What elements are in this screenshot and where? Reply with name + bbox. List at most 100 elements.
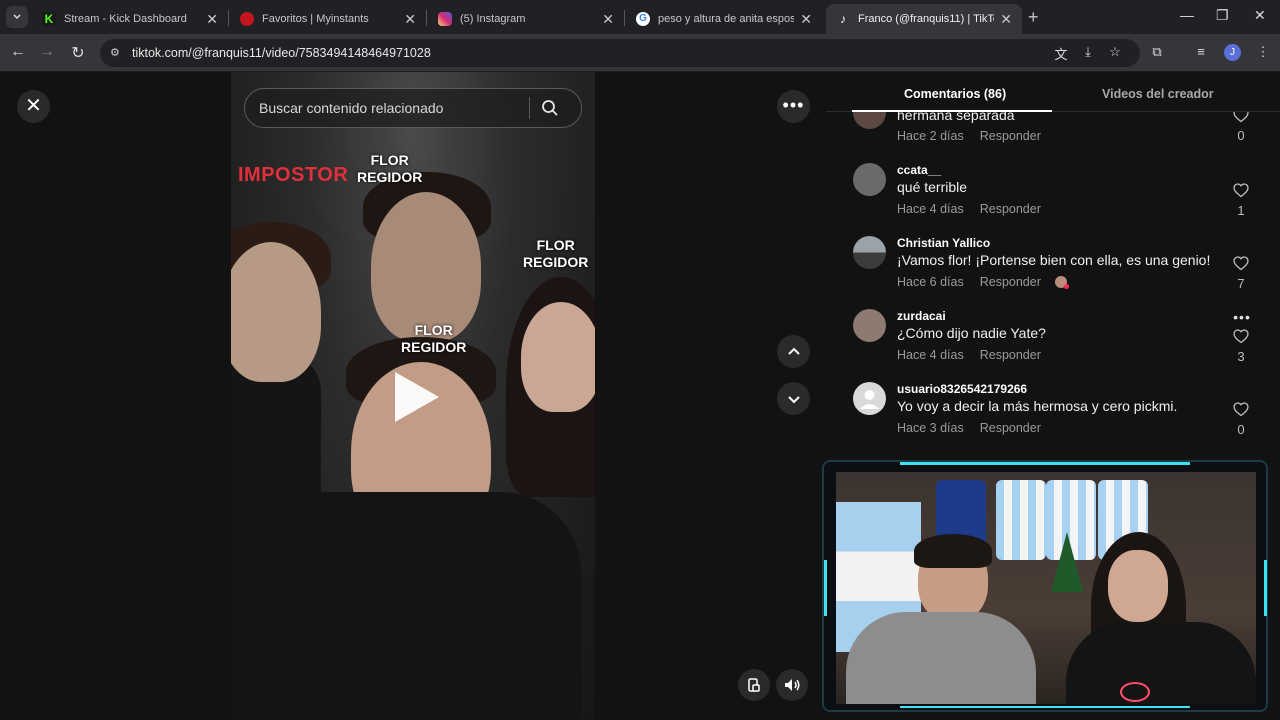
reply-button[interactable]: Responder bbox=[980, 421, 1041, 435]
heart-icon[interactable] bbox=[1231, 112, 1251, 128]
site-info-icon[interactable]: ⚙ bbox=[110, 46, 124, 60]
comment-meta: Hace 2 días Responder bbox=[897, 129, 1041, 143]
close-icon[interactable]: ✕ bbox=[206, 11, 218, 28]
avatar[interactable] bbox=[853, 236, 886, 269]
reply-button[interactable]: Responder bbox=[980, 202, 1041, 216]
window-close-icon[interactable]: ✕ bbox=[1254, 7, 1266, 24]
frame-badge-icon bbox=[1120, 682, 1150, 702]
kebab-menu-icon[interactable]: ⋮ bbox=[1254, 44, 1272, 62]
bookmark-star-icon[interactable]: ☆ bbox=[1106, 44, 1124, 62]
close-icon[interactable]: ✕ bbox=[800, 11, 812, 28]
reply-button[interactable]: Responder bbox=[980, 275, 1041, 289]
heart-icon[interactable] bbox=[1231, 329, 1251, 349]
previous-video-button[interactable] bbox=[777, 335, 810, 368]
volume-icon bbox=[785, 679, 800, 691]
comment-item: zurdacai ¿Cómo dijo nadie Yate? Hace 4 d… bbox=[826, 309, 1280, 379]
comment-username[interactable]: Christian Yallico bbox=[897, 236, 990, 250]
comment-username[interactable]: ccata__ bbox=[897, 163, 941, 177]
comment-time: Hace 6 días bbox=[897, 275, 964, 289]
close-video-button[interactable]: ✕ bbox=[17, 90, 50, 123]
reply-button[interactable]: Responder bbox=[980, 348, 1041, 362]
avatar[interactable] bbox=[853, 309, 886, 342]
tab-title: Favoritos | Myinstants bbox=[262, 13, 369, 25]
frame-accent bbox=[1264, 560, 1267, 616]
tab-kick-dashboard[interactable]: K Stream - Kick Dashboard ✕ bbox=[32, 4, 228, 34]
comment-username[interactable]: zurdacai bbox=[897, 309, 946, 323]
tab-tiktok[interactable]: ♪ Franco (@franquis11) | TikTok ✕ bbox=[826, 4, 1022, 34]
comment-time: Hace 4 días bbox=[897, 202, 964, 216]
address-bar[interactable]: ⚙ tiktok.com/@franquis11/video/758349414… bbox=[100, 39, 1140, 67]
new-tab-plus-icon[interactable]: + bbox=[1028, 7, 1039, 28]
comment-item: ccata__ qué terrible Hace 4 días Responde… bbox=[826, 163, 1280, 233]
search-icon[interactable] bbox=[530, 99, 570, 117]
tab-divider bbox=[426, 10, 427, 26]
play-icon[interactable] bbox=[395, 372, 439, 422]
like-count: 3 bbox=[1237, 349, 1245, 364]
forward-arrow-icon[interactable]: → bbox=[37, 43, 57, 61]
avatar[interactable] bbox=[853, 382, 886, 415]
translate-icon[interactable]: 文 bbox=[1052, 44, 1070, 62]
comment-username[interactable]: usuario8326542179266 bbox=[897, 382, 1027, 396]
related-content-search bbox=[244, 88, 582, 128]
heart-icon[interactable] bbox=[1231, 183, 1251, 203]
comment-item: hermana separada Hace 2 días Responder 0 bbox=[826, 112, 1280, 166]
profile-avatar[interactable]: J bbox=[1224, 44, 1241, 61]
install-app-icon[interactable]: ⤓ bbox=[1079, 44, 1097, 62]
like-count: 0 bbox=[1237, 128, 1245, 143]
like-count: 1 bbox=[1237, 203, 1245, 218]
overlay-label: FLOR REGIDOR bbox=[401, 322, 467, 355]
tab-title: Franco (@franquis11) | TikTok bbox=[858, 13, 995, 25]
like-count: 0 bbox=[1237, 422, 1245, 437]
comment-meta: Hace 6 días Responder bbox=[897, 275, 1069, 289]
overlay-label: FLOR REGIDOR bbox=[523, 237, 589, 270]
minimize-icon[interactable]: — bbox=[1180, 7, 1194, 23]
close-icon[interactable]: ✕ bbox=[404, 11, 416, 28]
more-options-button[interactable]: ••• bbox=[777, 90, 810, 123]
extensions-icon[interactable]: ⧉ bbox=[1148, 44, 1166, 62]
comment-time: Hace 4 días bbox=[897, 348, 964, 362]
restore-icon[interactable]: ❐ bbox=[1216, 7, 1229, 24]
frame-accent bbox=[824, 560, 827, 616]
heart-icon[interactable] bbox=[1231, 256, 1251, 276]
panel-tabs: Comentarios (86) Videos del creador bbox=[826, 72, 1280, 112]
tab-title: (5) Instagram bbox=[460, 13, 526, 25]
comment-meta: Hace 4 días Responder bbox=[897, 202, 1041, 216]
overlay-impostor-text: IMPOSTOR bbox=[238, 164, 349, 186]
media-control-icon[interactable]: ≡ bbox=[1192, 44, 1210, 62]
reload-icon[interactable]: ↻ bbox=[68, 43, 88, 63]
kick-favicon-icon: K bbox=[42, 12, 56, 26]
heart-icon[interactable] bbox=[1231, 402, 1251, 422]
video-frame-figure bbox=[251, 492, 581, 720]
video-frame-figure bbox=[521, 302, 595, 412]
close-icon[interactable]: ✕ bbox=[602, 11, 614, 28]
avatar[interactable] bbox=[853, 112, 886, 129]
chevron-down-icon bbox=[13, 14, 21, 20]
search-input[interactable] bbox=[259, 100, 529, 116]
reply-button[interactable]: Responder bbox=[980, 129, 1041, 143]
avatar[interactable] bbox=[853, 163, 886, 196]
tab-creator-videos[interactable]: Videos del creador bbox=[1102, 87, 1214, 101]
video-player[interactable]: IMPOSTOR FLOR REGIDOR FLOR REGIDOR FLOR … bbox=[231, 72, 595, 720]
tab-title: Stream - Kick Dashboard bbox=[64, 13, 187, 25]
tab-search-button[interactable] bbox=[6, 6, 28, 28]
tiktok-favicon-icon: ♪ bbox=[840, 12, 846, 26]
comment-more-icon[interactable]: ••• bbox=[1231, 309, 1253, 325]
browser-toolbar: ← → ↻ ⚙ tiktok.com/@franquis11/video/758… bbox=[0, 34, 1280, 72]
close-icon[interactable]: ✕ bbox=[1000, 11, 1012, 28]
next-video-button[interactable] bbox=[777, 382, 810, 415]
tab-myinstants[interactable]: Favoritos | Myinstants ✕ bbox=[230, 4, 426, 34]
comment-time: Hace 2 días bbox=[897, 129, 964, 143]
comment-item: Christian Yallico ¡Vamos flor! ¡Portense… bbox=[826, 236, 1280, 306]
chevron-down-icon bbox=[787, 395, 800, 403]
myinstants-favicon-icon bbox=[240, 12, 254, 26]
webcam-frame bbox=[822, 460, 1268, 712]
comment-meta: Hace 3 días Responder bbox=[897, 421, 1041, 435]
tab-google-search[interactable]: G peso y altura de anita esposito ✕ bbox=[626, 4, 822, 34]
volume-button[interactable] bbox=[776, 669, 808, 701]
floating-player-button[interactable] bbox=[738, 669, 770, 701]
like-count: 7 bbox=[1237, 276, 1245, 291]
back-arrow-icon[interactable]: ← bbox=[8, 43, 28, 61]
tab-comments[interactable]: Comentarios (86) bbox=[904, 87, 1006, 101]
creator-liked-avatar bbox=[1054, 276, 1069, 289]
tab-instagram[interactable]: (5) Instagram ✕ bbox=[428, 4, 624, 34]
